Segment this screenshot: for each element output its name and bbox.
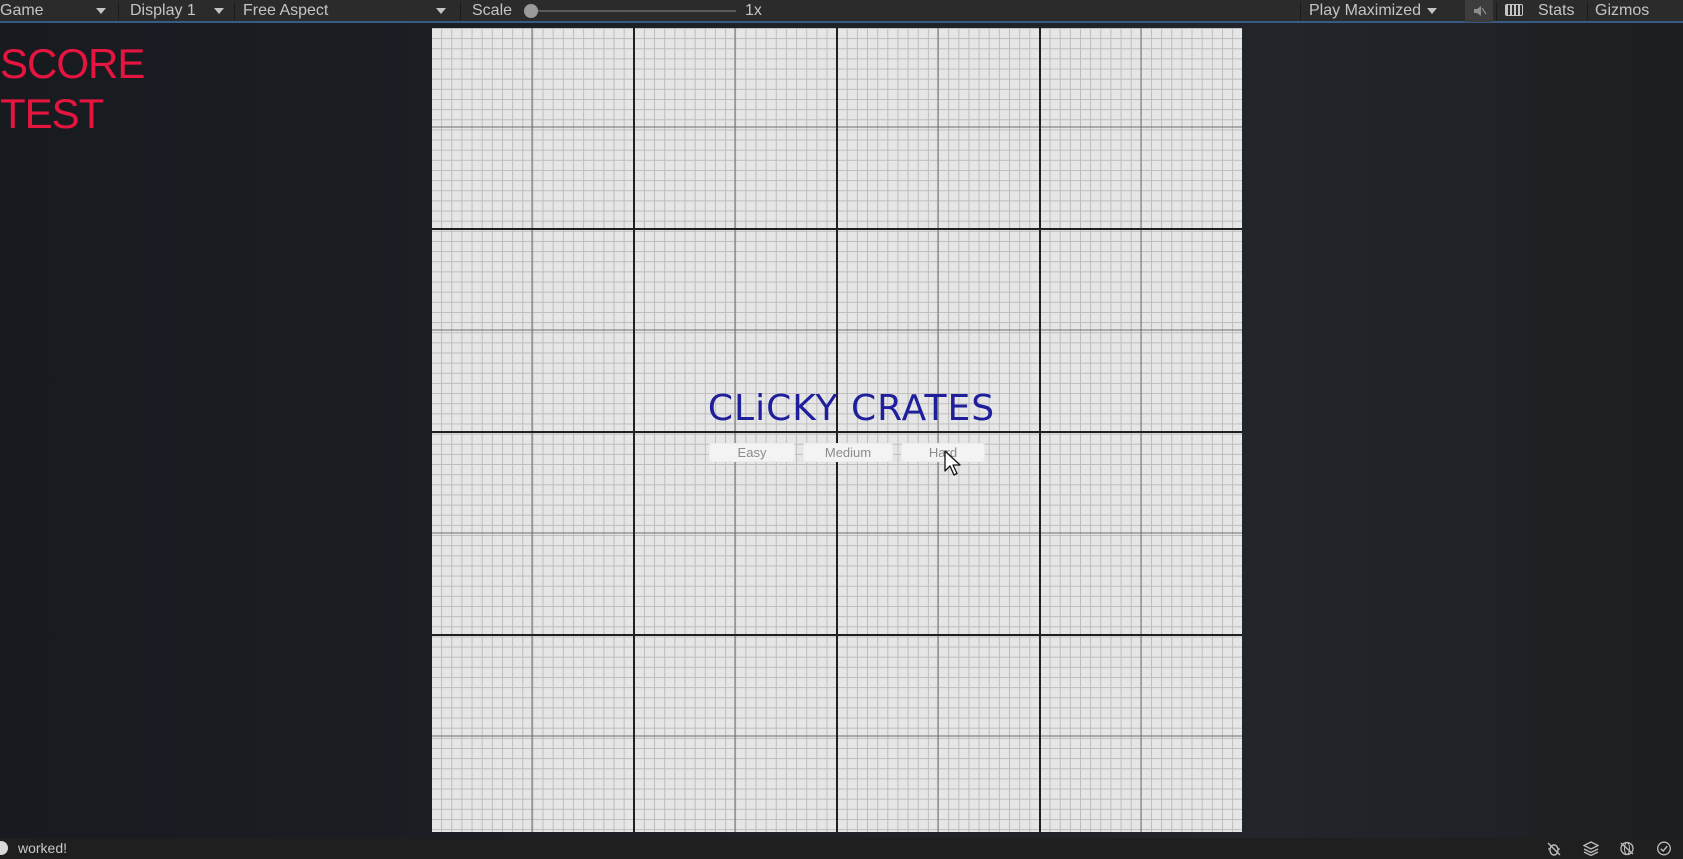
scale-value: 1x [745, 2, 762, 19]
view-tab-dropdown[interactable]: Game [0, 0, 106, 22]
aspect-dropdown[interactable]: Free Aspect [243, 0, 447, 22]
score-text: SCORE [0, 40, 145, 87]
chevron-down-icon [213, 7, 224, 14]
audio-mute-icon [1474, 6, 1487, 16]
toolbar-divider [460, 2, 461, 20]
chevron-down-icon [95, 7, 106, 14]
layers-icon[interactable] [1583, 841, 1599, 856]
play-mode-dropdown[interactable]: Play Maximized [1309, 0, 1438, 22]
chevron-down-icon [1427, 7, 1438, 14]
aspect-label: Free Aspect [243, 2, 329, 19]
game-canvas[interactable]: CLiCKY CRATES Easy Medium Hard [431, 28, 1242, 832]
status-bar: worked! [0, 838, 1683, 859]
scale-label: Scale [472, 2, 513, 19]
toolbar-divider [118, 2, 119, 20]
display-label: Display 1 [130, 2, 196, 19]
info-icon [0, 841, 8, 855]
toolbar-divider [1587, 2, 1588, 20]
unity-editor-game-view: Game Display 1 Free Aspect Scale 1x Play… [0, 0, 1683, 859]
status-message[interactable]: worked! [18, 838, 67, 859]
easy-button[interactable]: Easy [710, 444, 794, 461]
view-tab-label: Game [0, 2, 44, 19]
toolbar-divider [1300, 2, 1301, 20]
chevron-down-icon [436, 7, 447, 14]
medium-button[interactable]: Medium [804, 444, 892, 461]
toolbar-divider [234, 2, 235, 20]
mouse-cursor-icon [944, 450, 961, 476]
play-mode-label: Play Maximized [1309, 2, 1422, 19]
check-icon[interactable] [1656, 841, 1672, 856]
display-dropdown[interactable]: Display 1 [130, 0, 224, 22]
test-text: TEST [0, 90, 104, 137]
scale-slider-track[interactable] [532, 10, 736, 12]
bug-icon[interactable] [1546, 841, 1562, 856]
keyboard-icon[interactable] [1505, 4, 1523, 16]
network-icon[interactable] [1619, 841, 1635, 856]
game-view-toolbar: Game Display 1 Free Aspect Scale 1x Play… [0, 0, 1683, 23]
mute-audio-button[interactable] [1465, 0, 1493, 22]
scale-slider-handle[interactable] [524, 4, 538, 18]
stats-button[interactable]: Stats [1538, 0, 1574, 22]
gizmos-button[interactable]: Gizmos [1595, 0, 1649, 22]
game-title: CLiCKY CRATES [707, 388, 996, 429]
toolbar-divider [1496, 2, 1497, 20]
